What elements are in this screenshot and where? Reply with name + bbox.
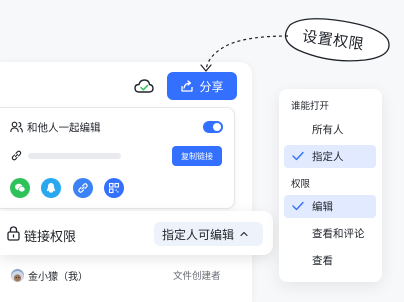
share-qq-button[interactable] xyxy=(41,178,61,198)
check-icon xyxy=(292,151,304,161)
menu-item-view[interactable]: 查看 xyxy=(284,249,376,272)
menu-item-view-and-comment[interactable]: 查看和评论 xyxy=(284,222,376,245)
link-url-placeholder xyxy=(28,153,121,159)
link-permission-label: 链接权限 xyxy=(24,230,77,245)
copy-link-button[interactable]: 复制链接 xyxy=(172,146,222,166)
menu-item-label: 查看和评论 xyxy=(312,228,365,240)
qr-code-icon xyxy=(108,182,120,194)
owner-name: 金小獴（我） xyxy=(28,272,88,283)
menu-item-edit[interactable]: 编辑 xyxy=(284,195,376,218)
menu-item-label: 编辑 xyxy=(312,201,333,213)
link-permission-select[interactable]: 指定人可编辑 xyxy=(154,222,263,246)
collaborate-icon xyxy=(10,121,23,133)
menu-item-specified-people[interactable]: 指定人 xyxy=(284,145,376,168)
callout-bubble xyxy=(200,18,390,72)
lock-icon xyxy=(7,226,20,241)
toggle-knob xyxy=(213,123,221,131)
wechat-icon xyxy=(15,183,26,193)
copy-link-icon xyxy=(78,183,88,193)
link-permission-value: 指定人可编辑 xyxy=(162,227,235,242)
qq-icon xyxy=(46,183,56,193)
menu-item-label: 查看 xyxy=(312,255,333,267)
share-icon xyxy=(181,80,194,92)
collaborate-label: 和他人一起编辑 xyxy=(27,122,101,134)
avatar xyxy=(11,269,24,282)
cloud-check-icon[interactable] xyxy=(134,77,154,95)
menu-item-label: 所有人 xyxy=(312,124,344,136)
check-icon xyxy=(292,201,304,211)
share-wechat-button[interactable] xyxy=(10,178,30,198)
menu-item-everyone[interactable]: 所有人 xyxy=(284,118,376,141)
chevron-up-icon xyxy=(240,231,248,237)
link-icon xyxy=(11,150,22,161)
share-qrcode-button[interactable] xyxy=(104,178,124,198)
menu-section-permission: 权限 xyxy=(291,179,311,190)
owner-role: 文件创建者 xyxy=(173,271,221,282)
share-link-button[interactable] xyxy=(73,178,93,198)
collaborate-toggle[interactable] xyxy=(203,121,223,133)
menu-item-label: 指定人 xyxy=(312,151,344,163)
menu-section-who-can-open: 谁能打开 xyxy=(291,101,330,112)
share-button-label: 分享 xyxy=(199,79,224,94)
